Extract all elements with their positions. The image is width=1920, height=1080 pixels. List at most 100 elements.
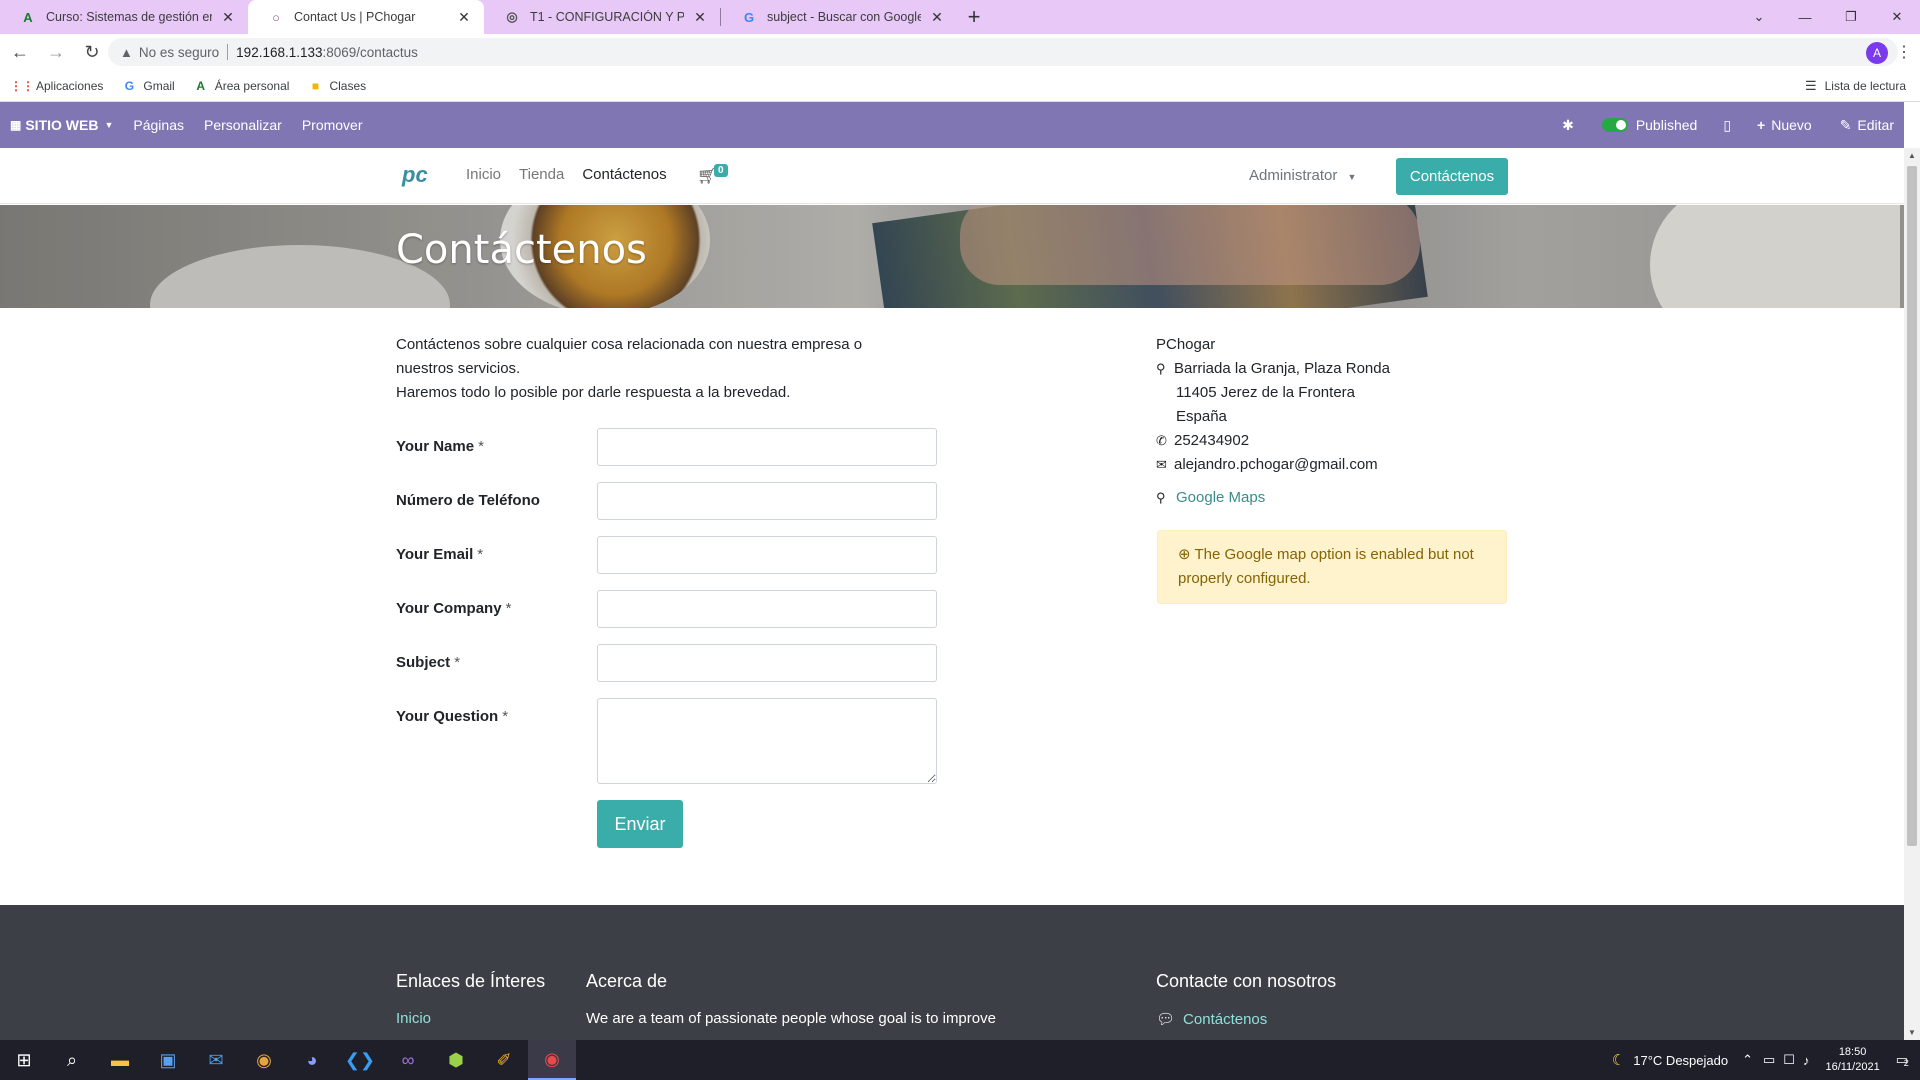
close-window-icon[interactable]: ✕ [1874,0,1920,34]
tab-search-icon[interactable]: ⌄ [1736,0,1782,34]
mail-icon[interactable]: ✉ [192,1040,240,1080]
browser-tab-strip: A Curso: Sistemas de gestión empr ✕ ○ Co… [0,0,1920,34]
map-marker-icon: ⚲ [1156,490,1166,505]
footer-link-inicio[interactable]: Inicio [396,1010,431,1027]
bookmark-clases[interactable]: ■ Clases [307,78,366,94]
tab-t1-configuracion[interactable]: ◎ T1 - CONFIGURACIÓN Y PUESTA ✕ [484,0,720,34]
tab-title: Curso: Sistemas de gestión empr [46,10,212,24]
field-label: Número de Teléfono [396,492,540,509]
menu-kebab-icon[interactable]: ⋮ [1896,42,1912,62]
volume-icon[interactable]: ♪ [1803,1053,1810,1068]
tab-curso[interactable]: A Curso: Sistemas de gestión empr ✕ [0,0,248,34]
bookmarks-bar: ⋮⋮ Aplicaciones G Gmail A Área personal … [0,70,1920,102]
url-host: 192.168.1.133 [236,44,323,60]
reading-list-button[interactable]: ☰ Lista de lectura [1805,78,1906,94]
close-icon[interactable]: ✕ [220,9,236,26]
forward-icon[interactable]: → [40,36,72,68]
footer-contact-link[interactable]: 💬︎ Contáctenos [1156,1010,1267,1028]
plus-icon: + [1757,117,1766,133]
scroll-down-icon[interactable]: ▼ [1908,1028,1916,1037]
company-info: PChogar ⚲ Barriada la Granja, Plaza Ronda… [1156,333,1390,477]
user-menu[interactable]: Administrator ▼ [1249,167,1356,184]
chrome-profile-icon[interactable]: ◉ [528,1040,576,1080]
required-mark: * [454,654,461,671]
intro-line-1: Contáctenos sobre cualquier cosa relacio… [396,336,863,377]
discord-icon[interactable]: ◕ [288,1040,336,1080]
nav-contactenos[interactable]: Contáctenos [582,166,666,183]
display-icon[interactable]: ▭ [1763,1052,1775,1068]
site-logo[interactable]: pc [402,162,428,188]
menu-personalizar[interactable]: Personalizar [194,117,292,133]
company-phone: 252434902 [1174,432,1250,449]
published-toggle[interactable] [1601,118,1628,132]
website-menu-label: SITIO WEB [25,117,99,133]
notification-center-icon[interactable]: ▭ 2 [1896,1052,1909,1068]
bookmark-area-personal[interactable]: A Área personal [193,78,290,94]
close-icon[interactable]: ✕ [456,9,472,26]
email-field[interactable] [597,536,937,574]
new-tab-button[interactable]: + [957,0,991,34]
weather-label[interactable]: 17°C Despejado [1633,1053,1728,1068]
bug-icon[interactable]: ✱ [1562,117,1574,134]
required-mark: * [502,708,509,725]
nav-inicio[interactable]: Inicio [466,166,501,183]
menu-paginas[interactable]: Páginas [123,117,194,133]
new-button[interactable]: Nuevo [1771,117,1811,133]
field-label: Your Question [396,708,499,725]
search-icon[interactable]: ⌕ [48,1040,96,1080]
field-label: Your Company [396,600,502,617]
send-button[interactable]: Enviar [597,800,683,848]
clock[interactable]: 18:50 16/11/2021 [1825,1045,1879,1075]
phone-field[interactable] [597,482,937,520]
not-secure-label: No es seguro [138,44,220,60]
scrollbar-thumb[interactable] [1907,166,1917,846]
website-menu-button[interactable]: ▦ SITIO WEB ▼ [0,117,123,133]
reading-list-icon: ☰ [1804,77,1817,93]
subject-field[interactable] [597,644,937,682]
restore-icon[interactable]: ❐ [1828,0,1874,34]
app-tool-icon[interactable]: ✐ [480,1040,528,1080]
minimize-icon[interactable]: — [1782,0,1828,34]
tab-google-search[interactable]: G subject - Buscar con Google ✕ [721,0,957,34]
google-maps-link[interactable]: Google Maps [1176,489,1265,506]
contact-us-button[interactable]: Contáctenos [1396,158,1508,195]
question-textarea[interactable] [597,698,937,784]
required-mark: * [477,546,484,563]
company-email: alejandro.pchogar@gmail.com [1174,456,1378,473]
bookmark-label: Área personal [214,78,290,93]
vscode-icon[interactable]: ❮❯ [336,1040,384,1080]
close-icon[interactable]: ✕ [929,9,945,26]
address-toolbar: ← → ↻ ▲ No es seguro 192.168.1.133:8069/… [0,34,1920,70]
tab-title: subject - Buscar con Google [767,10,921,24]
app-hexagon-icon[interactable]: ⬢ [432,1040,480,1080]
bookmark-aplicaciones[interactable]: ⋮⋮ Aplicaciones [10,78,103,94]
reload-icon[interactable]: ↻ [76,36,108,68]
edit-button[interactable]: Editar [1857,117,1894,133]
cart-count-badge: 0 [714,164,728,177]
moodle-icon: A [196,78,206,93]
windows-start-icon[interactable]: ⊞ [0,1040,48,1080]
label-your-question: Your Question * [396,708,508,725]
profile-avatar[interactable]: A [1866,42,1888,64]
visual-studio-icon[interactable]: ∞ [384,1040,432,1080]
footer-contact-label: Contáctenos [1183,1011,1268,1028]
company-field[interactable] [597,590,937,628]
url-input[interactable]: ▲ No es seguro 192.168.1.133:8069/contac… [108,38,1898,66]
bookmark-gmail[interactable]: G Gmail [121,78,175,94]
store-icon[interactable]: ▣ [144,1040,192,1080]
nav-tienda[interactable]: Tienda [519,166,564,183]
tab-contact-us[interactable]: ○ Contact Us | PChogar ✕ [248,0,484,34]
close-icon[interactable]: ✕ [692,9,708,26]
chevron-up-icon[interactable]: ⌃ [1742,1052,1753,1068]
page-scrollbar[interactable]: ▲ ▼ [1904,148,1920,1040]
chrome-icon[interactable]: ◉ [240,1040,288,1080]
scroll-up-icon[interactable]: ▲ [1908,151,1916,160]
menu-promover[interactable]: Promover [292,117,373,133]
windows-taskbar: ⊞ ⌕ ▬ ▣ ✉ ◉ ◕ ❮❯ ∞ ⬢ ✐ ◉ ☾ 17°C Despejad… [0,1040,1920,1080]
main-nav: Inicio Tienda Contáctenos [466,166,685,183]
name-field[interactable] [597,428,937,466]
mobile-preview-icon[interactable]: ▯ [1723,117,1731,134]
network-icon[interactable]: ☐ [1783,1052,1795,1068]
file-explorer-icon[interactable]: ▬ [96,1040,144,1080]
back-icon[interactable]: ← [4,36,36,68]
